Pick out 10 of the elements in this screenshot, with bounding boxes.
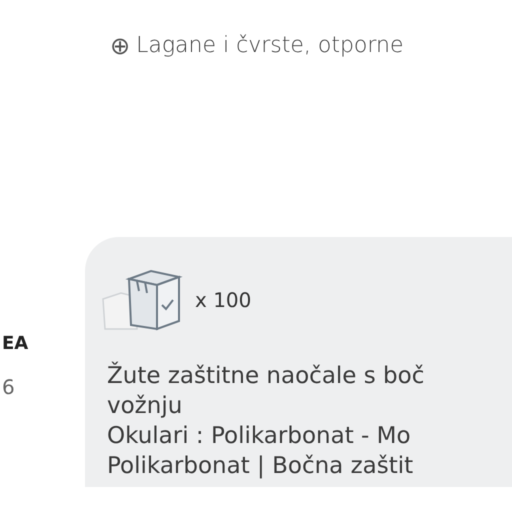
column-title: EA — [2, 335, 30, 353]
description-line: Okulari : Polikarbonat - Mo — [107, 422, 411, 451]
description-line: vožnju — [107, 392, 182, 421]
boxes-icon — [101, 269, 185, 331]
plus-circle-icon: ⊕ — [110, 34, 130, 58]
quantity-text: x 100 — [195, 288, 252, 312]
feature-text: Lagane i čvrste, otporne — [136, 35, 404, 57]
description-line: Žute zaštitne naočale s boč — [107, 361, 424, 391]
column-value: 6 — [2, 377, 16, 397]
description-line: Polikarbonat | Bočna zaštit — [107, 452, 414, 481]
